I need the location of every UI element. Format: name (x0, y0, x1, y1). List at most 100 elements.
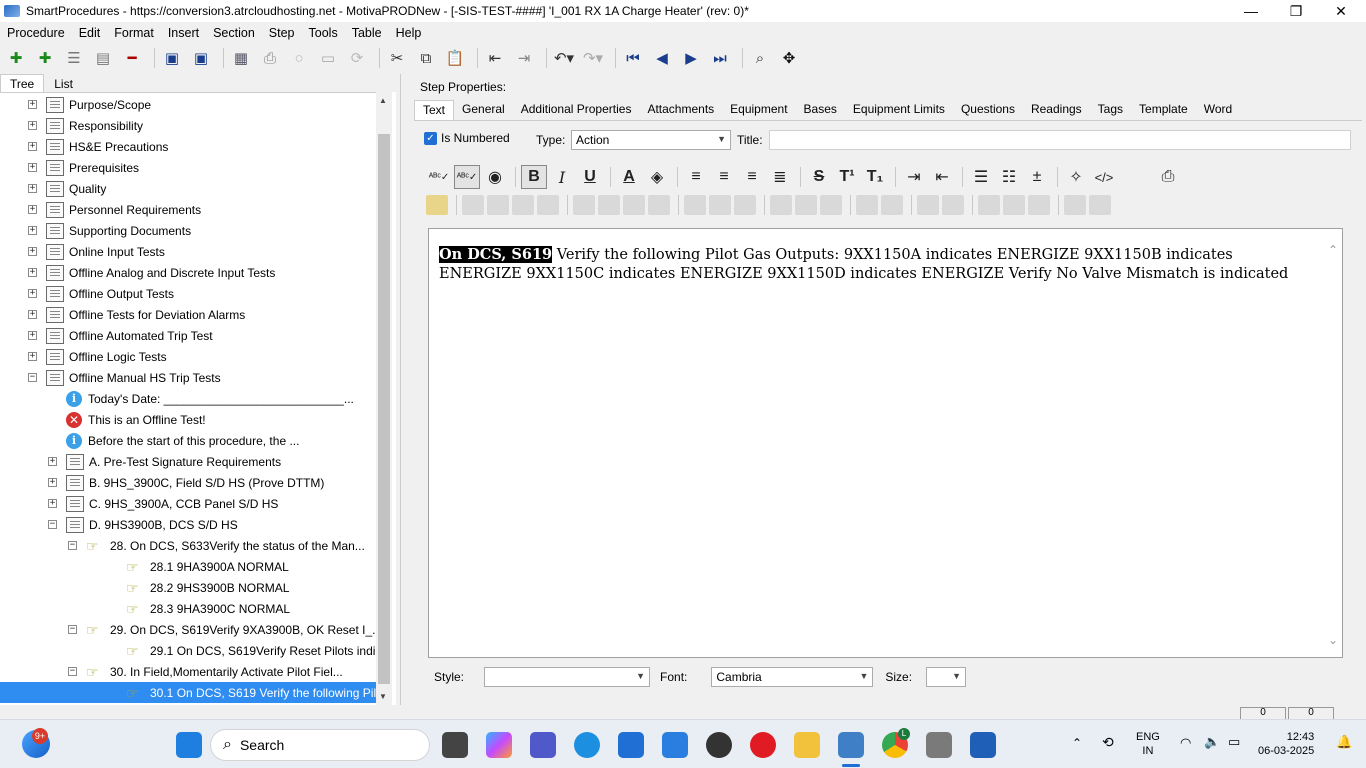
previous-icon[interactable]: ◀ (650, 46, 674, 70)
expand-icon[interactable]: + (28, 310, 37, 319)
save-icon[interactable]: ▣ (189, 46, 213, 70)
battery-icon[interactable]: ▭ (1228, 734, 1240, 750)
align-right-icon[interactable]: ≡ (739, 165, 765, 189)
menu-section[interactable]: Section (206, 26, 262, 40)
tree-item[interactable]: + Offline Output Tests (0, 283, 376, 304)
align-left-icon[interactable]: ≡ (683, 165, 709, 189)
tab-equipment[interactable]: Equipment (722, 100, 795, 120)
expand-icon[interactable]: + (28, 100, 37, 109)
expand-icon[interactable]: + (28, 331, 37, 340)
magic-wand-icon[interactable]: ✧ (1063, 165, 1089, 189)
scroll-up-icon[interactable]: ⌃ (1328, 243, 1338, 257)
start-icon[interactable] (176, 732, 202, 758)
italic-icon[interactable]: I (549, 165, 575, 189)
remote-desktop-icon[interactable] (926, 732, 952, 758)
tree-item[interactable]: + Prerequisites (0, 157, 376, 178)
tree-item[interactable]: ✕ This is an Offline Test! (0, 409, 376, 430)
edge-icon[interactable] (574, 732, 600, 758)
paste-icon[interactable]: 📋 (443, 46, 467, 70)
clock[interactable]: 12:43 06-03-2025 (1258, 730, 1314, 758)
expand-icon[interactable]: + (28, 247, 37, 256)
tree-item[interactable]: − ☞ 30. In Field,Momentarily Activate Pilo… (0, 661, 376, 682)
tab-bases[interactable]: Bases (796, 100, 845, 120)
tab-template[interactable]: Template (1131, 100, 1196, 120)
underline-icon[interactable]: U (577, 165, 603, 189)
menu-edit[interactable]: Edit (72, 26, 108, 40)
file-explorer-icon[interactable] (794, 732, 820, 758)
tab-equipment-limits[interactable]: Equipment Limits (845, 100, 953, 120)
minimize-button[interactable]: — (1228, 0, 1274, 22)
editor-text[interactable]: Verify the following Pilot Gas Outputs: … (439, 247, 1288, 282)
selected-text[interactable]: On DCS, S619 (439, 246, 553, 263)
notifications-icon[interactable]: 🔔 (1336, 734, 1352, 750)
bullet-list-icon[interactable]: ☰ (968, 165, 994, 189)
style-select[interactable]: ▼ (484, 667, 651, 687)
tab-word[interactable]: Word (1196, 100, 1240, 120)
tab-tags[interactable]: Tags (1090, 100, 1131, 120)
wifi-icon[interactable]: ◠ (1180, 735, 1191, 751)
tree-item[interactable]: + Purpose/Scope (0, 94, 376, 115)
html-source-icon[interactable]: </> (1091, 165, 1117, 189)
menu-procedure[interactable]: Procedure (0, 26, 72, 40)
strikethrough-icon[interactable]: S (806, 165, 832, 189)
menu-format[interactable]: Format (107, 26, 161, 40)
expand-icon[interactable]: + (28, 142, 37, 151)
bold-icon[interactable]: B (521, 165, 547, 189)
properties-icon[interactable]: ▤ (91, 46, 115, 70)
expand-icon[interactable]: + (28, 163, 37, 172)
size-select[interactable]: ▼ (926, 667, 967, 687)
checkbox-checked-icon[interactable]: ✓ (424, 131, 437, 145)
remove-icon[interactable]: ━ (120, 46, 144, 70)
tree-item[interactable]: + Offline Logic Tests (0, 346, 376, 367)
cut-icon[interactable]: ✂ (385, 46, 409, 70)
dell-icon[interactable] (706, 732, 732, 758)
language-indicator[interactable]: ENG IN (1136, 730, 1160, 758)
print-icon[interactable]: ⎙ (258, 46, 282, 70)
tab-list[interactable]: List (44, 74, 83, 92)
add-icon[interactable]: ✚ (4, 46, 28, 70)
tab-tree[interactable]: Tree (0, 74, 45, 92)
preview-icon[interactable]: ○ (287, 46, 311, 70)
copy-icon[interactable]: ⧉ (414, 46, 438, 70)
expand-icon[interactable]: + (28, 184, 37, 193)
expand-icon[interactable]: + (28, 352, 37, 361)
tree-item[interactable]: ☞ 29.1 On DCS, S619Verify Reset Pilots in… (0, 640, 376, 661)
expand-icon[interactable]: + (28, 289, 37, 298)
tree-item[interactable]: + Offline Tests for Deviation Alarms (0, 304, 376, 325)
tree-item[interactable]: + HS&E Precautions (0, 136, 376, 157)
taskbar-search[interactable]: ⌕ Search (210, 729, 430, 761)
undo-icon[interactable]: ↶▾ (552, 46, 576, 70)
list-icon[interactable]: ☰ (62, 46, 86, 70)
tab-questions[interactable]: Questions (953, 100, 1023, 120)
tree-item[interactable]: + Supporting Documents (0, 220, 376, 241)
tab-text[interactable]: Text (414, 100, 455, 120)
next-icon[interactable]: ▶ (679, 46, 703, 70)
spellcheck-auto-icon[interactable]: ᴬᴮᶜ✓ (454, 165, 480, 189)
editor-content[interactable]: On DCS, S619 Verify the following Pilot … (439, 245, 1314, 284)
align-center-icon[interactable]: ≡ (711, 165, 737, 189)
scroll-up-icon[interactable]: ▲ (379, 96, 387, 105)
tree-item[interactable]: + B. 9HS_3900C, Field S/D HS (Prove DTTM) (0, 472, 376, 493)
menu-help[interactable]: Help (389, 26, 429, 40)
tree-item[interactable]: − Offline Manual HS Trip Tests (0, 367, 376, 388)
page-icon[interactable]: ▭ (316, 46, 340, 70)
is-numbered-checkbox[interactable]: ✓ Is Numbered (424, 131, 510, 145)
menu-step[interactable]: Step (262, 26, 302, 40)
collapse-icon[interactable]: − (68, 667, 77, 676)
indent-icon[interactable]: ⇥ (512, 46, 536, 70)
splitter[interactable] (400, 74, 406, 705)
expand-icon[interactable]: + (28, 205, 37, 214)
add-sub-icon[interactable]: ✚ (33, 46, 57, 70)
task-view-icon[interactable] (442, 732, 468, 758)
spellcheck-icon[interactable]: ᴬᴮᶜ✓ (426, 165, 452, 189)
word-icon[interactable] (970, 732, 996, 758)
font-color-icon[interactable]: A (616, 165, 642, 189)
collapse-icon[interactable]: − (68, 541, 77, 550)
expand-icon[interactable]: + (48, 478, 57, 487)
collapse-icon[interactable]: − (28, 373, 37, 382)
menu-tools[interactable]: Tools (302, 26, 345, 40)
copilot-icon[interactable] (486, 732, 512, 758)
insert-table-icon[interactable] (426, 195, 448, 215)
tree-item[interactable]: − ☞ 28. On DCS, S633Verify the status of t… (0, 535, 376, 556)
tree-item[interactable]: − D. 9HS3900B, DCS S/D HS (0, 514, 376, 535)
